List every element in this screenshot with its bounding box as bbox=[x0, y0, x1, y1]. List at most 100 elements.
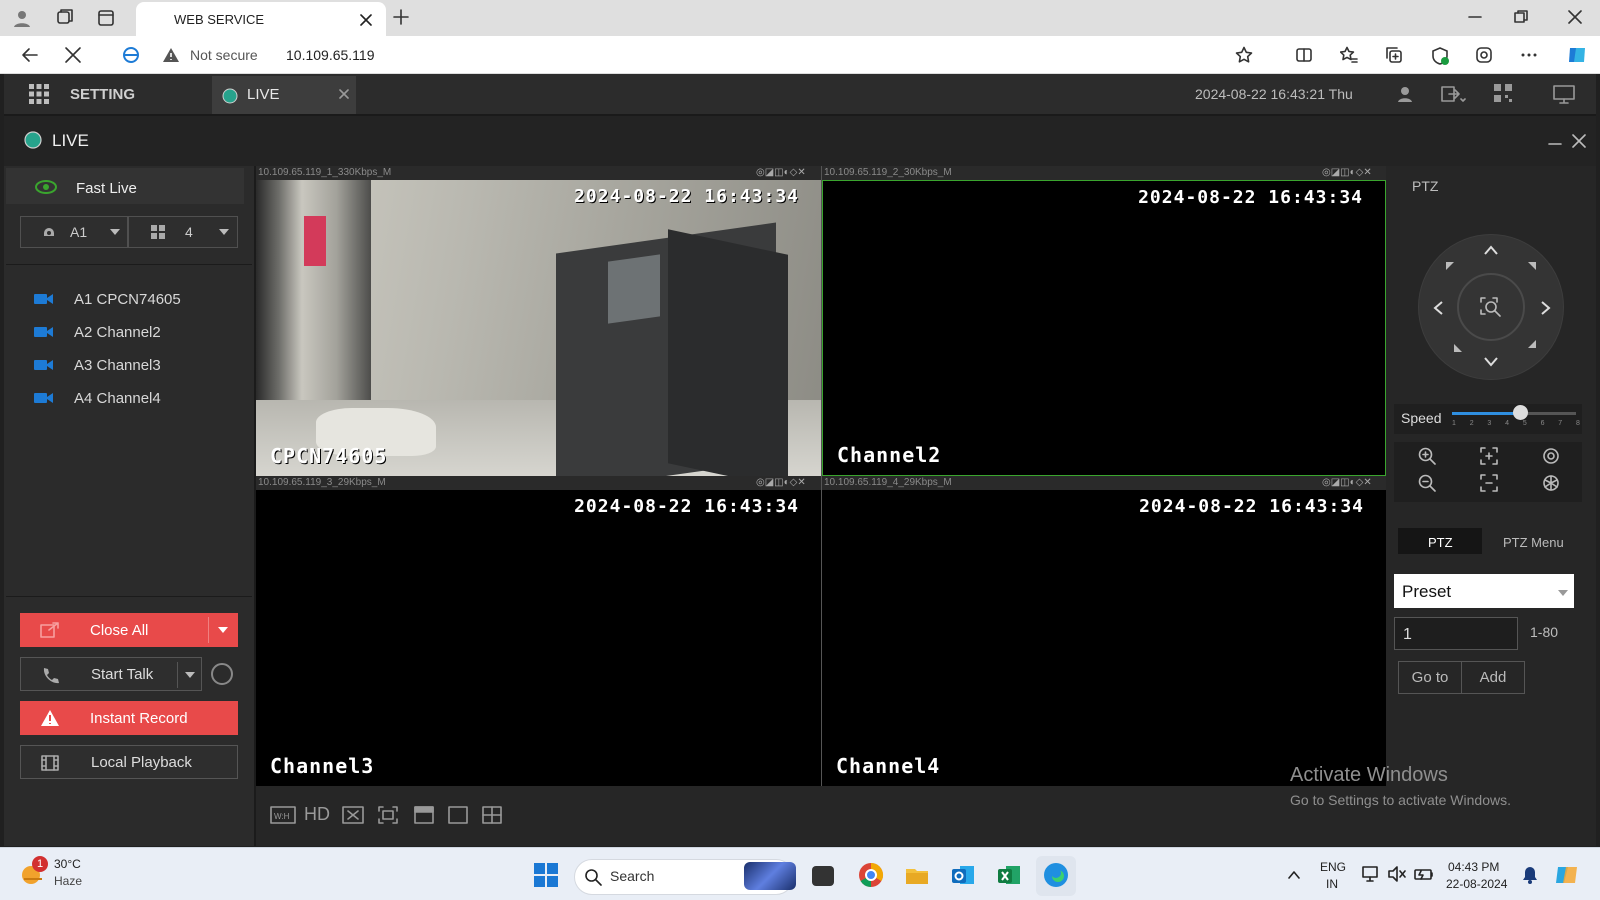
ptz-left-icon[interactable] bbox=[1432, 300, 1444, 316]
outlook-icon[interactable] bbox=[950, 862, 976, 888]
ptz-up-right-icon[interactable] bbox=[1528, 262, 1536, 270]
weather-temperature[interactable]: 30°C bbox=[54, 857, 81, 871]
tab-actions-icon[interactable] bbox=[96, 8, 116, 28]
browser-essentials-icon[interactable] bbox=[1430, 46, 1450, 66]
hd-toggle[interactable]: HD bbox=[304, 804, 330, 825]
close-window-icon[interactable] bbox=[1568, 10, 1582, 24]
zoom-out-icon[interactable] bbox=[1418, 474, 1436, 492]
browser-tab[interactable]: WEB SERVICE bbox=[136, 2, 386, 36]
collections-icon[interactable] bbox=[1385, 46, 1403, 64]
split-screen-icon[interactable] bbox=[1295, 46, 1313, 64]
local-playback-button[interactable]: Local Playback bbox=[20, 745, 238, 779]
minimize-panel-icon[interactable] bbox=[1548, 136, 1562, 146]
user-icon[interactable] bbox=[1396, 85, 1414, 103]
input-language[interactable]: ENG bbox=[1320, 860, 1346, 874]
windows-start-icon[interactable] bbox=[533, 862, 559, 888]
favorite-star-icon[interactable] bbox=[1235, 46, 1253, 64]
close-all-dropdown-icon[interactable] bbox=[218, 627, 228, 633]
video-cell-3[interactable]: 2024-08-22 16:43:34 Channel3 bbox=[256, 490, 821, 786]
favorites-icon[interactable] bbox=[1340, 46, 1358, 64]
video-cell-4[interactable]: 2024-08-22 16:43:34 Channel4 bbox=[822, 490, 1386, 786]
url-text[interactable]: 10.109.65.119 bbox=[286, 47, 375, 63]
ptz-down-right-icon[interactable] bbox=[1528, 340, 1536, 348]
talk-status-icon[interactable] bbox=[210, 662, 234, 686]
minimize-icon[interactable] bbox=[1468, 10, 1482, 24]
notification-bell-icon[interactable] bbox=[1522, 866, 1538, 884]
battery-icon[interactable] bbox=[1414, 866, 1434, 882]
monitor-icon[interactable] bbox=[1553, 84, 1575, 104]
clock-date[interactable]: 22-08-2024 bbox=[1446, 877, 1507, 891]
preset-number-input[interactable]: 1 bbox=[1394, 617, 1518, 650]
video-cell-2[interactable]: 2024-08-22 16:43:34 Channel2 bbox=[822, 180, 1386, 476]
stop-loading-icon[interactable] bbox=[64, 46, 82, 64]
new-tab-icon[interactable] bbox=[392, 8, 410, 26]
single-view-icon[interactable] bbox=[448, 806, 468, 824]
show-hidden-icons[interactable] bbox=[1288, 870, 1300, 880]
tab-ptz-menu[interactable]: PTZ Menu bbox=[1503, 535, 1564, 550]
zoom-in-icon[interactable] bbox=[1418, 447, 1436, 465]
layout-dropdown-icon[interactable] bbox=[219, 229, 229, 235]
stream-switch-icon[interactable] bbox=[342, 806, 364, 824]
close-panel-icon[interactable] bbox=[1572, 134, 1586, 148]
input-region[interactable]: IN bbox=[1326, 877, 1338, 891]
add-preset-button[interactable]: Add bbox=[1461, 661, 1525, 694]
ie-mode-icon[interactable] bbox=[122, 46, 140, 64]
focus-near-icon[interactable] bbox=[1480, 447, 1498, 465]
iris-open-icon[interactable] bbox=[1542, 447, 1560, 465]
preset-dropdown-icon[interactable] bbox=[1558, 590, 1568, 596]
volume-muted-icon[interactable] bbox=[1388, 866, 1406, 882]
restore-icon[interactable] bbox=[1514, 10, 1528, 24]
fullscreen-icon[interactable] bbox=[378, 806, 398, 824]
goto-preset-button[interactable]: Go to bbox=[1398, 661, 1462, 694]
video-controls[interactable]: ◎◪◫◐◇✕ bbox=[756, 476, 806, 490]
video-cell-1[interactable]: 2024-08-22 16:43:34 CPCN74605 bbox=[256, 180, 821, 476]
network-icon[interactable] bbox=[1362, 866, 1380, 882]
stream-dropdown-icon[interactable] bbox=[110, 229, 120, 235]
quad-view-icon[interactable] bbox=[482, 806, 502, 824]
start-talk-button[interactable]: Start Talk bbox=[20, 657, 202, 691]
clock-time[interactable]: 04:43 PM bbox=[1448, 860, 1499, 874]
back-icon[interactable] bbox=[20, 45, 40, 65]
zoom-area-icon[interactable] bbox=[1479, 296, 1503, 318]
video-controls[interactable]: ◎◪◫◐◇✕ bbox=[1322, 166, 1372, 180]
channel-item-a2[interactable]: A2 Channel2 bbox=[30, 322, 230, 344]
window-mode-icon[interactable] bbox=[414, 806, 434, 824]
aspect-ratio-icon[interactable]: W:H bbox=[270, 806, 296, 824]
channel-item-a3[interactable]: A3 Channel3 bbox=[30, 355, 230, 377]
workspaces-icon[interactable] bbox=[54, 8, 74, 28]
channel-item-a4[interactable]: A4 Channel4 bbox=[30, 388, 230, 410]
copilot-taskbar-icon[interactable] bbox=[1554, 862, 1580, 888]
preset-select[interactable]: Preset bbox=[1394, 574, 1574, 608]
video-controls[interactable]: ◎◪◫◐◇✕ bbox=[1322, 476, 1372, 490]
logout-icon[interactable] bbox=[1440, 84, 1466, 104]
instant-record-button[interactable]: Instant Record bbox=[20, 701, 238, 735]
ptz-down-left-icon[interactable] bbox=[1454, 344, 1462, 352]
profile-icon[interactable] bbox=[12, 8, 32, 28]
ptz-up-icon[interactable] bbox=[1483, 244, 1499, 256]
ptz-right-icon[interactable] bbox=[1540, 300, 1552, 316]
close-live-tab-icon[interactable] bbox=[339, 89, 349, 99]
start-talk-dropdown-icon[interactable] bbox=[185, 672, 195, 678]
excel-icon[interactable] bbox=[996, 862, 1022, 888]
close-all-button[interactable]: Close All bbox=[20, 613, 238, 647]
edge-icon[interactable] bbox=[1043, 862, 1069, 888]
channel-item-a1[interactable]: A1 CPCN74605 bbox=[30, 289, 230, 311]
chrome-icon[interactable] bbox=[858, 862, 884, 888]
file-explorer-icon[interactable] bbox=[904, 862, 930, 888]
app-grid-icon[interactable] bbox=[29, 84, 49, 104]
extension-icon[interactable] bbox=[1475, 46, 1493, 64]
weather-condition[interactable]: Haze bbox=[54, 874, 82, 888]
more-options-icon[interactable] bbox=[1520, 46, 1538, 64]
close-tab-icon[interactable] bbox=[360, 14, 372, 26]
qr-code-icon[interactable] bbox=[1494, 84, 1512, 102]
copilot-icon[interactable] bbox=[1566, 44, 1588, 66]
instant-record-label: Instant Record bbox=[90, 710, 188, 727]
video-controls[interactable]: ◎◪◫◐◇✕ bbox=[756, 166, 806, 180]
ptz-down-icon[interactable] bbox=[1483, 356, 1499, 368]
ptz-up-left-icon[interactable] bbox=[1446, 262, 1454, 270]
task-view-icon[interactable] bbox=[812, 866, 834, 886]
security-status[interactable]: Not secure bbox=[190, 47, 258, 63]
focus-far-icon[interactable] bbox=[1480, 474, 1498, 492]
setting-menu[interactable]: SETTING bbox=[70, 86, 135, 103]
iris-close-icon[interactable] bbox=[1542, 474, 1560, 492]
